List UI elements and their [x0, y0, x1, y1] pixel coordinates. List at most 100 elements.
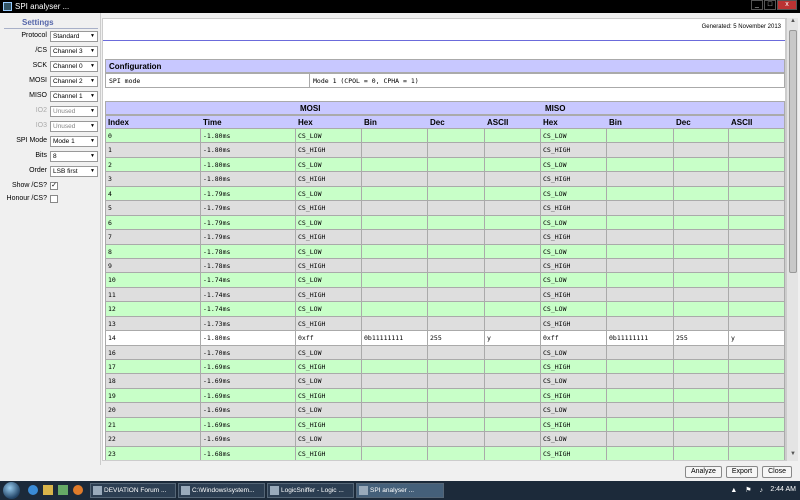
show-cs-checkbox[interactable]: ✓ [50, 182, 58, 190]
config-key: SPI mode [109, 77, 141, 85]
table-row: 17 -1.69ms CS_HIGH CS_HIGH [105, 360, 785, 375]
protocol-select[interactable]: Standard ▼ [50, 31, 98, 42]
select-value: Unused [53, 108, 76, 115]
column-header-bin[interactable]: Bin [609, 118, 622, 127]
table-cell: -1.74ms [203, 305, 231, 314]
bits-select[interactable]: 8 ▼ [50, 151, 98, 162]
column-header-hex[interactable]: Hex [298, 118, 313, 127]
setting-honour-cs: Honour /CS? [0, 194, 101, 205]
window-title: SPI analyser ... [15, 2, 70, 11]
vertical-scrollbar[interactable]: ▲ ▼ [786, 18, 798, 461]
table-row: 19 -1.69ms CS_HIGH CS_HIGH [105, 388, 785, 404]
column-header-index[interactable]: Index [108, 118, 129, 127]
table-cell: CS_HIGH [543, 420, 571, 429]
taskbar-item[interactable]: DEVIATION Forum ... [90, 483, 176, 498]
report-view[interactable]: Generated: 5 November 2013 Configuration… [102, 18, 786, 461]
table-cell: 10 [108, 276, 116, 285]
taskbar-item[interactable]: SPI analyser ... [356, 483, 444, 498]
minimize-button[interactable]: _ [751, 0, 763, 10]
table-cell: 0xff [298, 334, 314, 343]
table-row: 4 -1.79ms CS_LOW CS_LOW [105, 186, 785, 202]
table-cell: CS_HIGH [298, 146, 326, 155]
table-row: 21 -1.69ms CS_HIGH CS_HIGH [105, 417, 785, 433]
table-cell: CS_HIGH [543, 319, 571, 328]
table-cell: CS_LOW [298, 218, 322, 227]
column-header-ascii[interactable]: ASCII [731, 118, 752, 127]
table-cell: 7 [108, 233, 112, 242]
scroll-down-icon[interactable]: ▼ [787, 451, 799, 461]
column-header-hex[interactable]: Hex [543, 118, 558, 127]
media-icon[interactable] [58, 485, 68, 495]
table-cell: 255 [676, 334, 688, 343]
setting-label: SCK [32, 62, 47, 69]
table-cell: 11 [108, 290, 116, 299]
table-cell: -1.68ms [203, 449, 231, 458]
table-cell: -1.73ms [203, 319, 231, 328]
close-window-button[interactable]: x [777, 0, 797, 10]
folder-icon[interactable] [43, 485, 53, 495]
table-cell: 17 [108, 363, 116, 371]
taskbar-item[interactable]: LogicSniffer - Logic ... [267, 483, 354, 498]
table-cell: -1.69ms [203, 363, 231, 371]
cs-select[interactable]: Channel 3 ▼ [50, 46, 98, 57]
miso-group-label: MISO [545, 104, 566, 113]
table-cell: -1.79ms [203, 218, 231, 227]
mosi-group-label: MOSI [300, 104, 321, 113]
table-cell: CS_HIGH [298, 175, 326, 184]
start-button-icon[interactable] [3, 482, 20, 499]
table-row: 10 -1.74ms CS_LOW CS_LOW [105, 273, 785, 288]
chevron-down-icon: ▼ [90, 63, 95, 69]
taskbar-item-label: C:\Windows\system... [192, 487, 255, 494]
table-cell: CS_LOW [543, 276, 567, 285]
select-value: Channel 0 [53, 63, 83, 70]
table-cell: -1.79ms [203, 204, 231, 213]
spi-mode-select[interactable]: Mode 1 ▼ [50, 136, 98, 147]
setting-bits: Bits 8 ▼ [0, 151, 101, 162]
table-row: 12 -1.74ms CS_LOW CS_LOW [105, 302, 785, 317]
scrollbar-thumb[interactable] [789, 30, 797, 273]
column-header-bin[interactable]: Bin [364, 118, 377, 127]
table-row: 13 -1.73ms CS_HIGH CS_HIGH [105, 316, 785, 332]
setting-protocol: Protocol Standard ▼ [0, 31, 101, 42]
column-header-ascii[interactable]: ASCII [487, 118, 508, 127]
table-cell: -1.79ms [203, 233, 231, 242]
table-cell: CS_LOW [543, 435, 567, 444]
table-cell: 0xff [543, 334, 559, 343]
firefox-icon[interactable] [73, 485, 83, 495]
export-button[interactable]: Export [725, 466, 759, 478]
setting-label: MISO [29, 92, 47, 99]
chevron-down-icon: ▼ [90, 123, 95, 129]
chevron-down-icon: ▼ [90, 138, 95, 144]
order-select[interactable]: LSB first ▼ [50, 166, 98, 177]
chevron-down-icon: ▼ [90, 33, 95, 39]
tray-icons[interactable]: ▲ ⚑ ♪ [730, 486, 766, 494]
taskbar-item-label: LogicSniffer - Logic ... [281, 487, 344, 494]
table-cell: CS_HIGH [543, 391, 571, 400]
close-button[interactable]: Close [762, 466, 792, 478]
table-row: 6 -1.79ms CS_LOW CS_LOW [105, 215, 785, 231]
column-header-time[interactable]: Time [203, 118, 222, 127]
table-cell: CS_LOW [298, 348, 322, 357]
column-header-dec[interactable]: Dec [676, 118, 691, 127]
app-icon [3, 2, 12, 11]
taskbar-item[interactable]: C:\Windows\system... [178, 483, 265, 498]
window-controls: _ □ x [751, 0, 797, 10]
table-cell: CS_LOW [543, 247, 567, 256]
maximize-button[interactable]: □ [764, 0, 776, 10]
scroll-up-icon[interactable]: ▲ [787, 18, 799, 28]
miso-select[interactable]: Channel 1 ▼ [50, 91, 98, 102]
table-cell: CS_LOW [298, 160, 322, 169]
table-cell: -1.78ms [203, 261, 231, 270]
taskbar-item-label: DEVIATION Forum ... [104, 487, 167, 494]
table-cell: CS_HIGH [298, 290, 326, 299]
setting-label: Protocol [21, 32, 47, 39]
honour-cs-checkbox[interactable] [50, 195, 58, 203]
analyze-button[interactable]: Analyze [684, 466, 722, 478]
mosi-select[interactable]: Channel 2 ▼ [50, 76, 98, 87]
sck-select[interactable]: Channel 0 ▼ [50, 61, 98, 72]
table-cell: CS_HIGH [543, 204, 571, 213]
ie-icon[interactable] [28, 485, 38, 495]
table-cell: CS_HIGH [298, 233, 326, 242]
table-cell: CS_LOW [543, 406, 567, 415]
column-header-dec[interactable]: Dec [430, 118, 445, 127]
